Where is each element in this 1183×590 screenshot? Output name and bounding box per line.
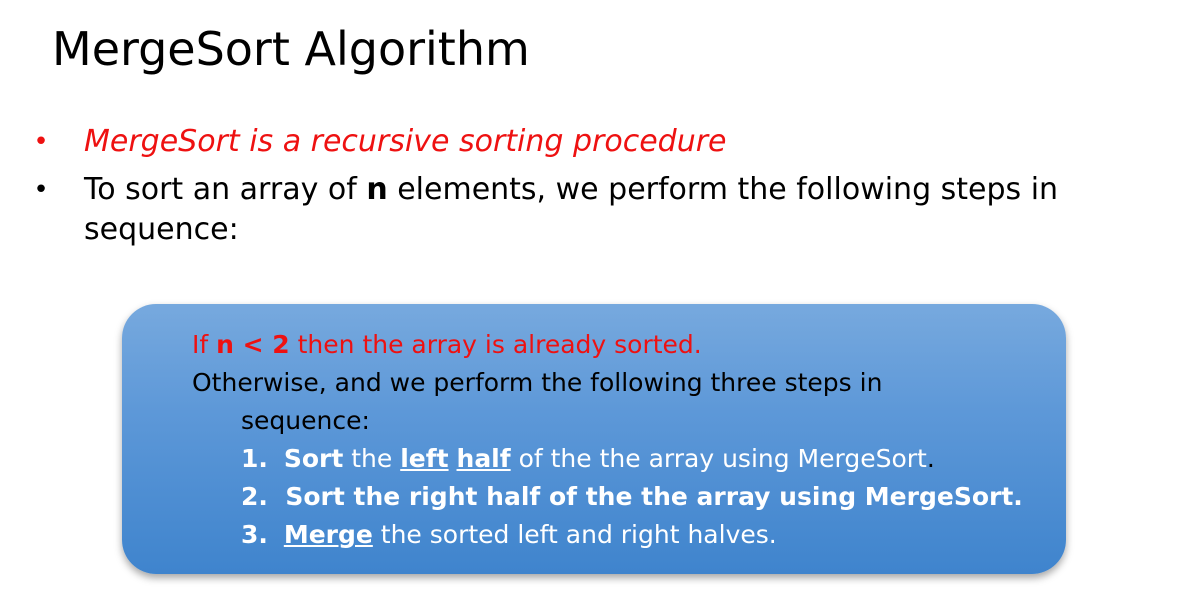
step-period: . [926,444,935,473]
step-keyword-sort: Sort [283,444,344,473]
slide-title: MergeSort Algorithm [52,22,530,76]
step-keyword-merge: Merge [283,520,373,549]
bullet-dot-icon: • [33,127,49,157]
bullet-list: • MergeSort is a recursive sorting proce… [26,122,1126,258]
step-keyword-half: half [456,444,511,473]
otherwise-line: Otherwise, and we perform the following … [192,368,883,397]
step-keyword-left: left [400,444,449,473]
step-number: 2. [241,482,268,511]
bullet-dot-icon: • [33,175,49,205]
bullet-item-recursive: • MergeSort is a recursive sorting proce… [26,122,1126,162]
slide: MergeSort Algorithm • MergeSort is a rec… [0,0,1183,590]
base-case-condition: n < 2 [216,330,290,359]
step-text: the sorted left and right halves. [372,520,777,549]
algorithm-box: If n < 2 then the array is already sorte… [122,304,1066,574]
base-case-suffix: then the array is already sorted. [289,330,702,359]
base-case-prefix: If [192,330,217,359]
step-number: 3. [241,520,268,549]
base-case-line: If n < 2 then the array is already sorte… [192,326,1052,364]
bullet-item-steps: • To sort an array of n elements, we per… [26,170,1126,250]
step-text: the [343,444,401,473]
step-item-3: 3. Merge the sorted left and right halve… [192,516,1052,554]
step-item-1: 1. Sort the left half of the the array u… [192,440,1052,478]
step-item-2: 2. Sort the right half of the the array … [192,478,1052,516]
bullet-text: MergeSort is a recursive sorting procedu… [84,124,727,159]
step-text: Sort the right half of the the array usi… [285,482,1023,511]
algorithm-box-text: If n < 2 then the array is already sorte… [192,326,1052,554]
step-number: 1. [241,444,268,473]
step-text: of the the array using MergeSort [510,444,927,473]
step-text [449,444,457,473]
sequence-line: sequence: [241,406,370,435]
bullet-text-prefix: To sort an array of [84,172,367,207]
bullet-text-bold: n [366,172,388,207]
